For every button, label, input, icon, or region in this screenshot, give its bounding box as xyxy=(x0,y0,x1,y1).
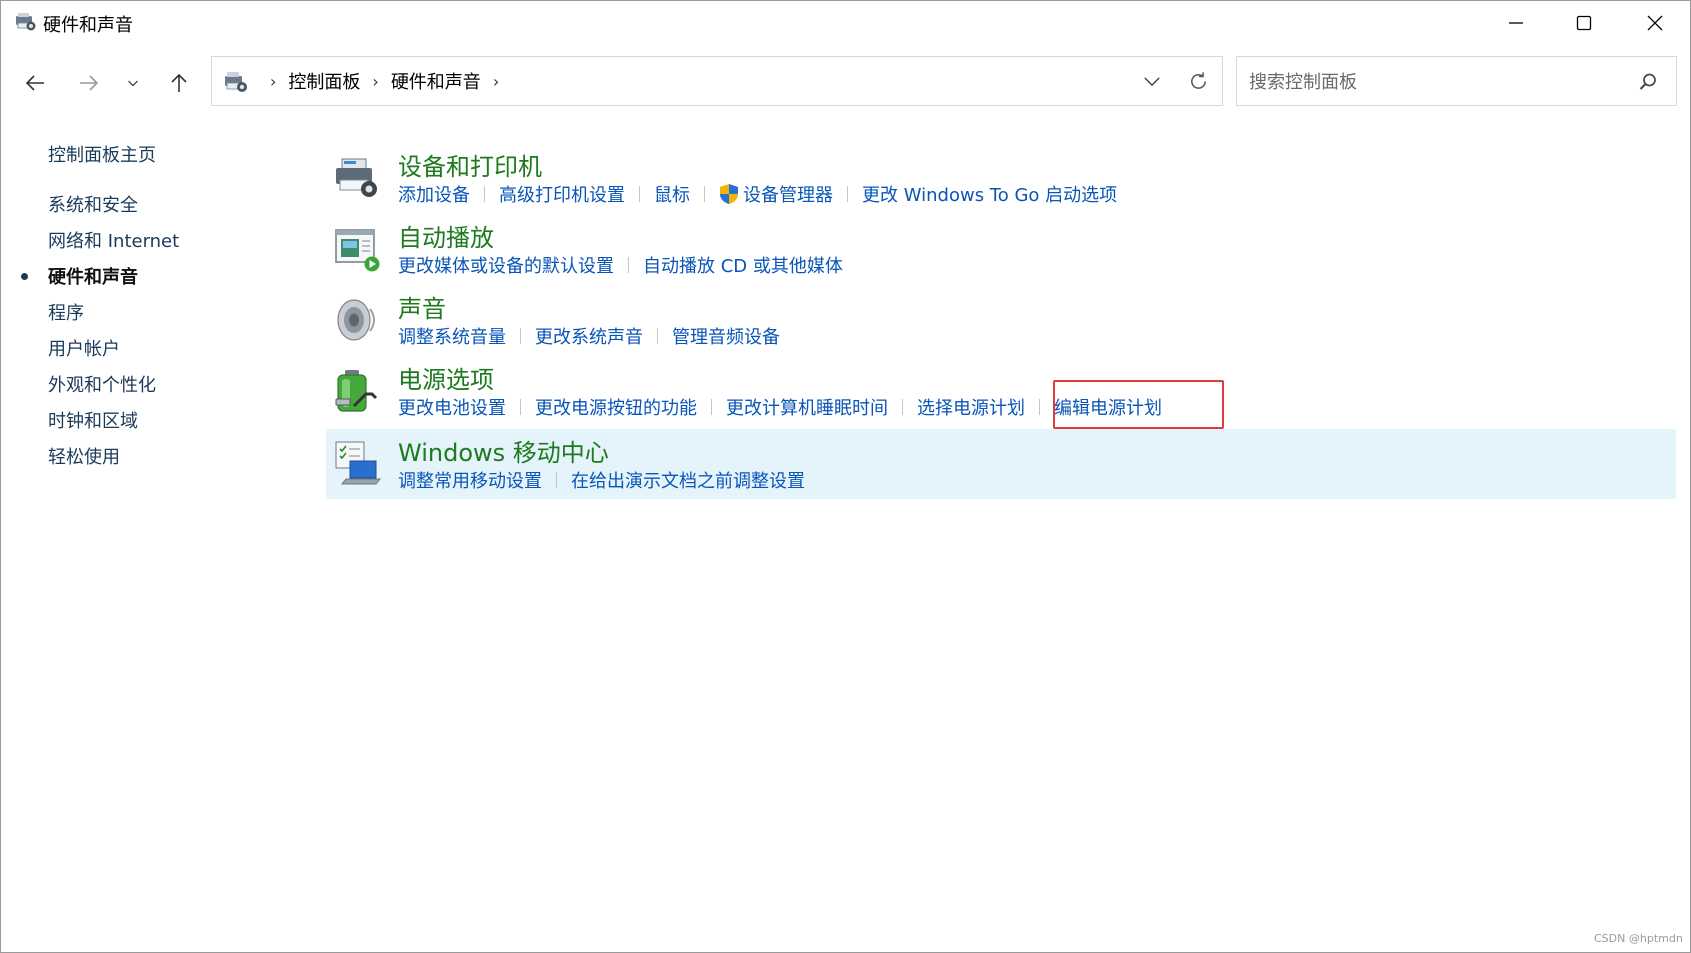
sidebar-item-system-security[interactable]: 系统和安全 xyxy=(48,191,138,217)
link-change-sounds[interactable]: 更改系统声音 xyxy=(535,323,643,349)
search-input[interactable] xyxy=(1247,67,1631,97)
category-title[interactable]: 自动播放 xyxy=(398,218,494,253)
refresh-icon xyxy=(1190,71,1206,89)
minimize-button[interactable] xyxy=(1482,1,1550,45)
category-sound: 声音 调整系统音量 更改系统声音 管理音频设备 xyxy=(326,285,1676,355)
link-windows-to-go[interactable]: 更改 Windows To Go 启动选项 xyxy=(862,181,1117,207)
link-advanced-printer-setup[interactable]: 高级打印机设置 xyxy=(499,181,625,207)
autoplay-icon xyxy=(335,229,380,272)
category-links: 添加设备 高级打印机设置 鼠标 设备管理器 更改 Windows To Go 启… xyxy=(398,181,1117,207)
category-mobility-center: Windows 移动中心 调整常用移动设置 在给出演示文档之前调整设置 xyxy=(326,429,1676,499)
breadcrumb-separator[interactable]: › xyxy=(270,72,276,91)
category-links: 更改媒体或设备的默认设置 自动播放 CD 或其他媒体 xyxy=(398,252,843,278)
link-add-device[interactable]: 添加设备 xyxy=(398,181,470,207)
mobility-center-icon xyxy=(335,441,382,485)
window-title: 硬件和声音 xyxy=(43,15,133,36)
arrow-left-icon xyxy=(25,75,44,91)
link-media-defaults[interactable]: 更改媒体或设备的默认设置 xyxy=(398,252,614,278)
link-adjust-volume[interactable]: 调整系统音量 xyxy=(398,323,506,349)
maximize-button[interactable] xyxy=(1550,1,1618,45)
arrow-up-icon xyxy=(171,73,187,92)
title-bar: 硬件和声音 xyxy=(1,1,1690,45)
active-bullet-icon xyxy=(21,273,28,280)
link-divider xyxy=(711,399,712,415)
control-panel-icon xyxy=(225,72,247,92)
category-title[interactable]: 设备和打印机 xyxy=(398,147,542,182)
link-divider xyxy=(902,399,903,415)
category-links: 调整系统音量 更改系统声音 管理音频设备 xyxy=(398,323,780,349)
sidebar-item-home[interactable]: 控制面板主页 xyxy=(48,141,156,167)
category-links: 调整常用移动设置 在给出演示文档之前调整设置 xyxy=(398,467,805,493)
search-icon[interactable] xyxy=(1637,71,1659,93)
recent-locations-button[interactable] xyxy=(117,63,149,103)
link-divider xyxy=(520,399,521,415)
uac-shield-icon xyxy=(720,184,738,204)
speaker-icon xyxy=(337,299,375,341)
address-bar[interactable]: › 控制面板 › 硬件和声音 › xyxy=(211,56,1223,106)
sidebar-item-clock-region[interactable]: 时钟和区域 xyxy=(48,407,138,433)
link-divider xyxy=(704,186,705,202)
address-history-dropdown[interactable] xyxy=(1132,69,1172,93)
close-button[interactable] xyxy=(1621,1,1689,45)
link-mouse[interactable]: 鼠标 xyxy=(654,181,690,207)
sidebar-item-programs[interactable]: 程序 xyxy=(48,299,84,325)
category-devices-printers: 设备和打印机 添加设备 高级打印机设置 鼠标 设备管理器 更改 Windows … xyxy=(326,143,1676,213)
link-manage-audio-devices[interactable]: 管理音频设备 xyxy=(672,323,780,349)
minimize-icon xyxy=(1509,22,1523,24)
link-divider xyxy=(639,186,640,202)
category-title[interactable]: 电源选项 xyxy=(398,360,494,395)
up-button[interactable] xyxy=(159,63,199,103)
category-title[interactable]: Windows 移动中心 xyxy=(398,433,609,468)
annotation-highlight-box xyxy=(1053,380,1224,429)
sidebar-item-hardware-sound[interactable]: 硬件和声音 xyxy=(48,263,138,289)
link-divider xyxy=(484,186,485,202)
link-divider xyxy=(628,257,629,273)
category-links: 更改电池设置 更改电源按钮的功能 更改计算机睡眠时间 选择电源计划 编辑电源计划 xyxy=(398,394,1162,420)
link-battery-settings[interactable]: 更改电池设置 xyxy=(398,394,506,420)
sidebar-item-user-accounts[interactable]: 用户帐户 xyxy=(48,335,120,361)
printer-icon xyxy=(336,158,377,197)
link-presentation-settings[interactable]: 在给出演示文档之前调整设置 xyxy=(571,467,805,493)
breadcrumb-control-panel[interactable]: 控制面板 xyxy=(288,68,360,94)
breadcrumb: › 控制面板 › 硬件和声音 › xyxy=(258,57,511,105)
link-divider xyxy=(847,186,848,202)
link-choose-power-plan[interactable]: 选择电源计划 xyxy=(917,394,1025,420)
link-divider xyxy=(520,328,521,344)
forward-button[interactable] xyxy=(69,63,109,103)
back-button[interactable] xyxy=(15,63,55,103)
watermark: CSDN @hptmdn xyxy=(1594,932,1683,945)
search-box[interactable] xyxy=(1236,56,1677,106)
breadcrumb-hardware-sound[interactable]: 硬件和声音 xyxy=(391,68,481,94)
arrow-right-icon xyxy=(80,75,99,91)
breadcrumb-separator[interactable]: › xyxy=(372,72,378,91)
sidebar-item-ease-of-access[interactable]: 轻松使用 xyxy=(48,443,120,469)
chevron-down-icon xyxy=(1144,76,1160,86)
sidebar-item-appearance[interactable]: 外观和个性化 xyxy=(48,371,156,397)
link-divider xyxy=(657,328,658,344)
control-panel-icon xyxy=(16,13,36,31)
sidebar-item-network[interactable]: 网络和 Internet xyxy=(48,227,179,253)
link-divider xyxy=(556,472,557,488)
link-divider xyxy=(1039,399,1040,415)
control-panel-window: 硬件和声音 › 控制面板 › 硬件和声音 › 搜索控制面板 控制面板主页 系统和… xyxy=(0,0,1691,953)
category-title[interactable]: 声音 xyxy=(398,289,446,324)
category-power-options: 电源选项 更改电池设置 更改电源按钮的功能 更改计算机睡眠时间 选择电源计划 编… xyxy=(326,356,1676,426)
breadcrumb-separator[interactable]: › xyxy=(493,72,499,91)
link-autoplay-cd[interactable]: 自动播放 CD 或其他媒体 xyxy=(643,252,843,278)
link-power-button-function[interactable]: 更改电源按钮的功能 xyxy=(535,394,697,420)
battery-icon xyxy=(335,370,378,412)
chevron-down-icon xyxy=(128,80,138,87)
category-autoplay: 自动播放 更改媒体或设备的默认设置 自动播放 CD 或其他媒体 xyxy=(326,214,1676,284)
link-device-manager[interactable]: 设备管理器 xyxy=(743,181,833,207)
link-sleep-time[interactable]: 更改计算机睡眠时间 xyxy=(726,394,888,420)
maximize-icon xyxy=(1576,15,1592,31)
link-common-mobility-settings[interactable]: 调整常用移动设置 xyxy=(398,467,542,493)
close-icon xyxy=(1647,15,1663,31)
refresh-button[interactable] xyxy=(1180,67,1216,95)
